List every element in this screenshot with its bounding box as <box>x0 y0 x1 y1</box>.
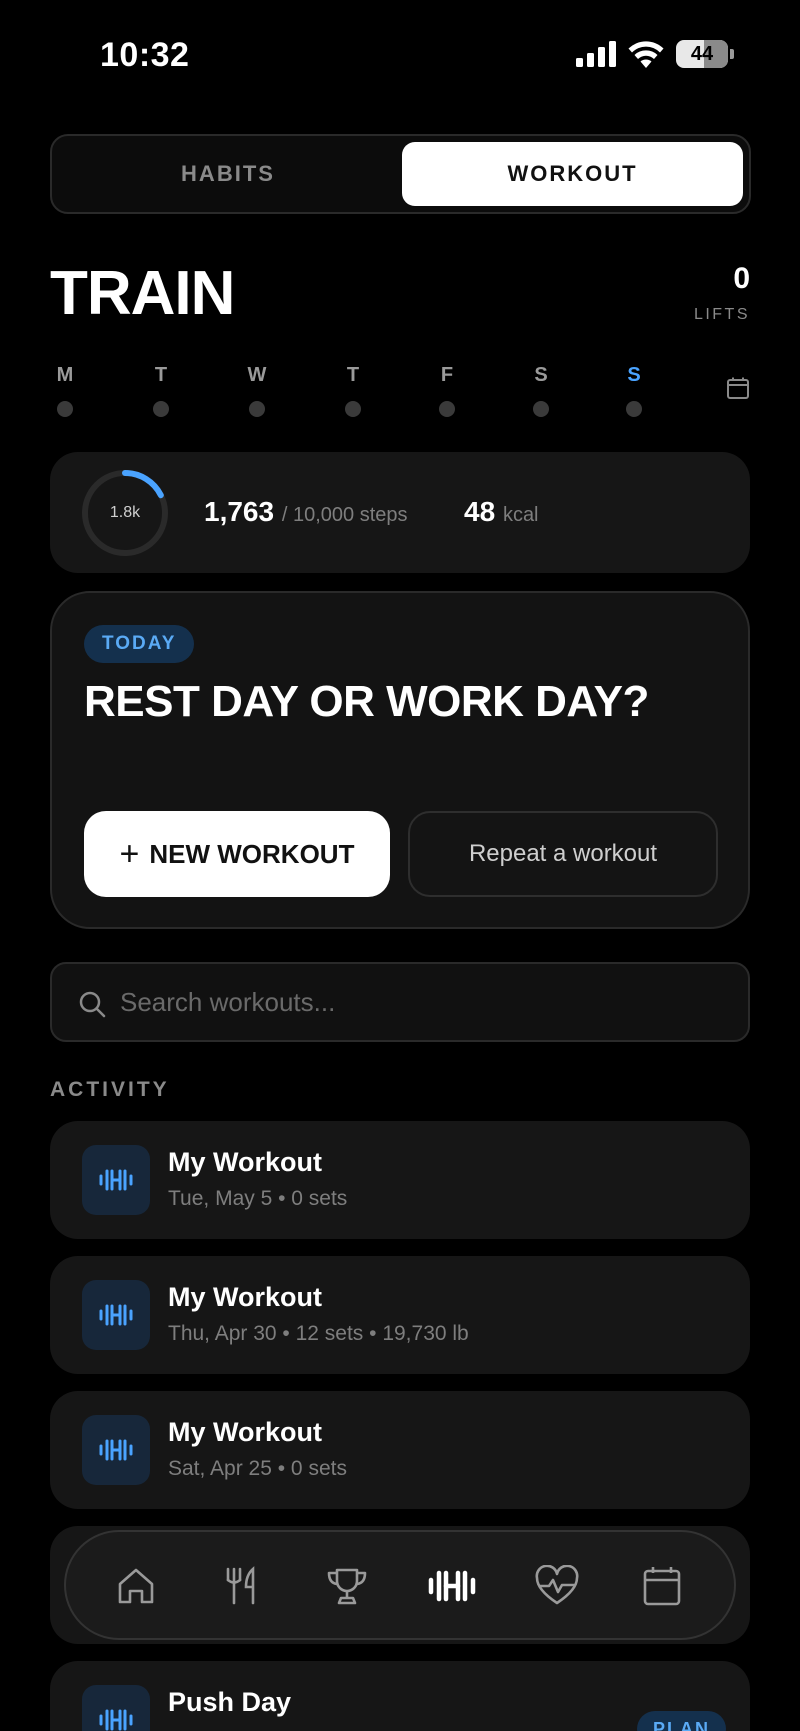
nav-achievements[interactable] <box>317 1556 377 1616</box>
calendar-icon[interactable] <box>726 376 750 400</box>
day-letter: M <box>56 364 74 386</box>
day-dot <box>249 401 265 417</box>
tab-workout[interactable]: WORKOUT <box>402 142 743 206</box>
wifi-icon <box>628 40 664 68</box>
search-bar <box>50 962 750 1042</box>
plan-badge: PLAN <box>637 1711 726 1731</box>
kcal-unit: kcal <box>502 504 539 526</box>
nav-health[interactable] <box>527 1556 587 1616</box>
dumbbell-icon <box>428 1570 476 1602</box>
day-letter: T <box>154 364 168 386</box>
today-title: REST DAY OR WORK DAY? <box>84 677 649 726</box>
day-thursday[interactable]: T <box>338 364 368 417</box>
workout-name: My Workout <box>168 1282 322 1312</box>
workout-meta: Tue, May 5 • 0 sets <box>168 1187 348 1210</box>
battery-icon: 44 <box>676 40 728 68</box>
steps-card[interactable]: 1.8k 1,763 / 10,000 steps 48 kcal <box>50 452 750 573</box>
bottom-nav <box>64 1530 736 1640</box>
day-letter: T <box>346 364 360 386</box>
home-icon <box>118 1568 154 1604</box>
workout-meta: Thu, Apr 30 • 12 sets • 19,730 lb <box>168 1322 469 1345</box>
workout-name: My Workout <box>168 1417 322 1447</box>
signal-icon <box>576 41 616 67</box>
status-icons: 44 <box>576 40 734 68</box>
day-dot <box>439 401 455 417</box>
workout-name: Push Day <box>168 1687 292 1717</box>
day-saturday[interactable]: S <box>526 364 556 417</box>
day-tuesday[interactable]: T <box>146 364 176 417</box>
day-letter: S <box>627 364 641 386</box>
steps-ring-label: 1.8k <box>109 504 141 521</box>
day-letter: F <box>440 364 454 386</box>
day-dot <box>626 401 642 417</box>
kcal-summary: 48 kcal <box>464 496 539 528</box>
lifts-counter: 0 LIFTS <box>694 262 750 324</box>
mode-switch: HABITS WORKOUT <box>50 134 751 214</box>
day-dot <box>345 401 361 417</box>
battery-level: 44 <box>690 42 714 65</box>
search-input[interactable] <box>120 964 720 1040</box>
heart-pulse-icon <box>535 1565 579 1605</box>
steps-goal: / 10,000 steps <box>281 504 408 526</box>
search-icon <box>79 991 106 1018</box>
day-wednesday[interactable]: W <box>242 364 272 417</box>
today-card: TODAY REST DAY OR WORK DAY? + NEW WORKOU… <box>50 591 750 929</box>
week-strip: M T W T F S S <box>50 364 750 424</box>
steps-value: 1,763 <box>204 496 275 527</box>
status-time: 10:32 <box>100 36 190 74</box>
tab-habits[interactable]: HABITS <box>58 142 398 206</box>
lifts-label: LIFTS <box>693 306 750 323</box>
nav-home[interactable] <box>106 1556 166 1616</box>
activity-section-label: ACTIVITY <box>50 1078 170 1101</box>
fork-knife-icon <box>226 1566 255 1605</box>
day-letter: S <box>534 364 548 386</box>
calendar-icon <box>643 1567 681 1606</box>
dumbbell-icon <box>82 1415 150 1485</box>
day-letter: W <box>247 364 267 386</box>
dumbbell-icon <box>82 1280 150 1350</box>
nav-nutrition[interactable] <box>211 1556 271 1616</box>
status-bar: 10:32 44 <box>0 0 800 112</box>
workout-name: My Workout <box>168 1147 322 1177</box>
workout-row[interactable]: Push Day PLAN <box>50 1661 750 1731</box>
bottom-nav-container <box>50 1526 750 1644</box>
day-dot <box>533 401 549 417</box>
day-dot <box>57 401 73 417</box>
day-dot <box>153 401 169 417</box>
day-sunday[interactable]: S <box>619 364 649 417</box>
nav-workout[interactable] <box>422 1556 482 1616</box>
page-title: TRAIN <box>50 259 235 328</box>
repeat-workout-button[interactable]: Repeat a workout <box>408 811 718 897</box>
battery-tip <box>730 49 734 59</box>
nav-calendar[interactable] <box>632 1556 692 1616</box>
dumbbell-icon <box>82 1145 150 1215</box>
workout-row[interactable]: My Workout Thu, Apr 30 • 12 sets • 19,73… <box>50 1256 750 1374</box>
day-monday[interactable]: M <box>50 364 80 417</box>
workout-row[interactable]: My Workout Sat, Apr 25 • 0 sets <box>50 1391 750 1509</box>
lifts-count: 0 <box>733 262 750 295</box>
day-friday[interactable]: F <box>432 364 462 417</box>
trophy-icon <box>327 1568 367 1605</box>
workout-meta: Sat, Apr 25 • 0 sets <box>168 1457 347 1480</box>
plus-icon: + <box>119 834 140 873</box>
workout-row[interactable]: My Workout Tue, May 5 • 0 sets <box>50 1121 750 1239</box>
today-badge: TODAY <box>84 625 195 663</box>
dumbbell-icon <box>82 1685 150 1731</box>
steps-summary: 1,763 / 10,000 steps <box>204 496 408 528</box>
new-workout-label: NEW WORKOUT <box>149 838 355 869</box>
new-workout-button[interactable]: + NEW WORKOUT <box>84 811 390 897</box>
kcal-value: 48 <box>464 496 496 527</box>
